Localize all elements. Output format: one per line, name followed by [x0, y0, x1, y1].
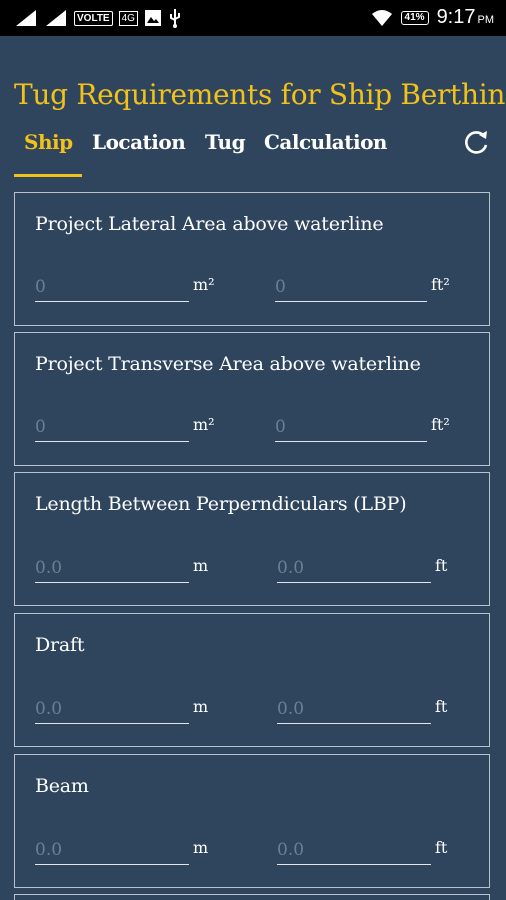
- clock: 9:17 PM: [437, 6, 494, 29]
- beam-m-input[interactable]: [35, 835, 189, 865]
- card-title: Draft: [35, 634, 85, 656]
- lbp-ft-input[interactable]: [277, 553, 431, 583]
- draft-m-input[interactable]: [35, 694, 189, 724]
- status-bar: VOLTE 4G 41% 9:17 PM: [0, 0, 506, 36]
- beam-ft-input[interactable]: [277, 835, 431, 865]
- card-draft: Draft m ft: [14, 613, 490, 747]
- unit-label: m: [193, 556, 209, 575]
- unit-label: ft: [435, 697, 448, 716]
- lateral-area-ft2-input[interactable]: [275, 272, 427, 302]
- transverse-area-m2-input[interactable]: [35, 412, 189, 442]
- card-beam: Beam m ft: [14, 754, 490, 888]
- app-title: Tug Requirements for Ship Berthing: [14, 78, 506, 111]
- status-left: VOLTE 4G: [14, 8, 182, 28]
- unit-label: ft²: [431, 415, 450, 434]
- network-badge: 4G: [118, 10, 138, 26]
- unit-label: m: [193, 838, 209, 857]
- signal-icon: [16, 10, 36, 26]
- unit-label: m²: [193, 275, 215, 294]
- card-lbp: Length Between Perperndiculars (LBP) m f…: [14, 472, 490, 606]
- card-title: Length Between Perperndiculars (LBP): [35, 493, 407, 515]
- card-title: Project Lateral Area above waterline: [35, 213, 384, 235]
- card-lateral-area: Project Lateral Area above waterline m² …: [14, 192, 490, 326]
- refresh-icon[interactable]: [460, 127, 492, 159]
- unit-label: ft: [435, 556, 448, 575]
- unit-label: ft²: [431, 275, 450, 294]
- lateral-area-m2-input[interactable]: [35, 272, 189, 302]
- wifi-icon: [371, 9, 392, 26]
- unit-label: m: [193, 697, 209, 716]
- card-transverse-area: Project Transverse Area above waterline …: [14, 332, 490, 466]
- tab-ship[interactable]: Ship: [24, 130, 73, 154]
- signal-icon: [46, 10, 66, 26]
- lbp-m-input[interactable]: [35, 553, 189, 583]
- tab-calculation[interactable]: Calculation: [264, 130, 387, 154]
- tab-location[interactable]: Location: [92, 130, 186, 154]
- tab-bar: Ship Location Tug Calculation: [14, 130, 494, 178]
- volte-badge: VOLTE: [74, 10, 113, 26]
- card-title: Project Transverse Area above waterline: [35, 353, 421, 375]
- status-right: 41% 9:17 PM: [371, 6, 494, 29]
- tab-tug[interactable]: Tug: [205, 130, 246, 154]
- image-icon: [144, 10, 161, 26]
- active-tab-indicator: [14, 174, 82, 177]
- draft-ft-input[interactable]: [277, 694, 431, 724]
- unit-label: ft: [435, 838, 448, 857]
- card-title: Beam: [35, 775, 89, 797]
- card-next-partial: [14, 894, 490, 900]
- battery-indicator: 41%: [400, 10, 429, 25]
- clock-ampm: PM: [477, 14, 495, 26]
- usb-icon: [169, 9, 180, 28]
- transverse-area-ft2-input[interactable]: [275, 412, 427, 442]
- unit-label: m²: [193, 415, 215, 434]
- clock-time: 9:17: [436, 6, 476, 28]
